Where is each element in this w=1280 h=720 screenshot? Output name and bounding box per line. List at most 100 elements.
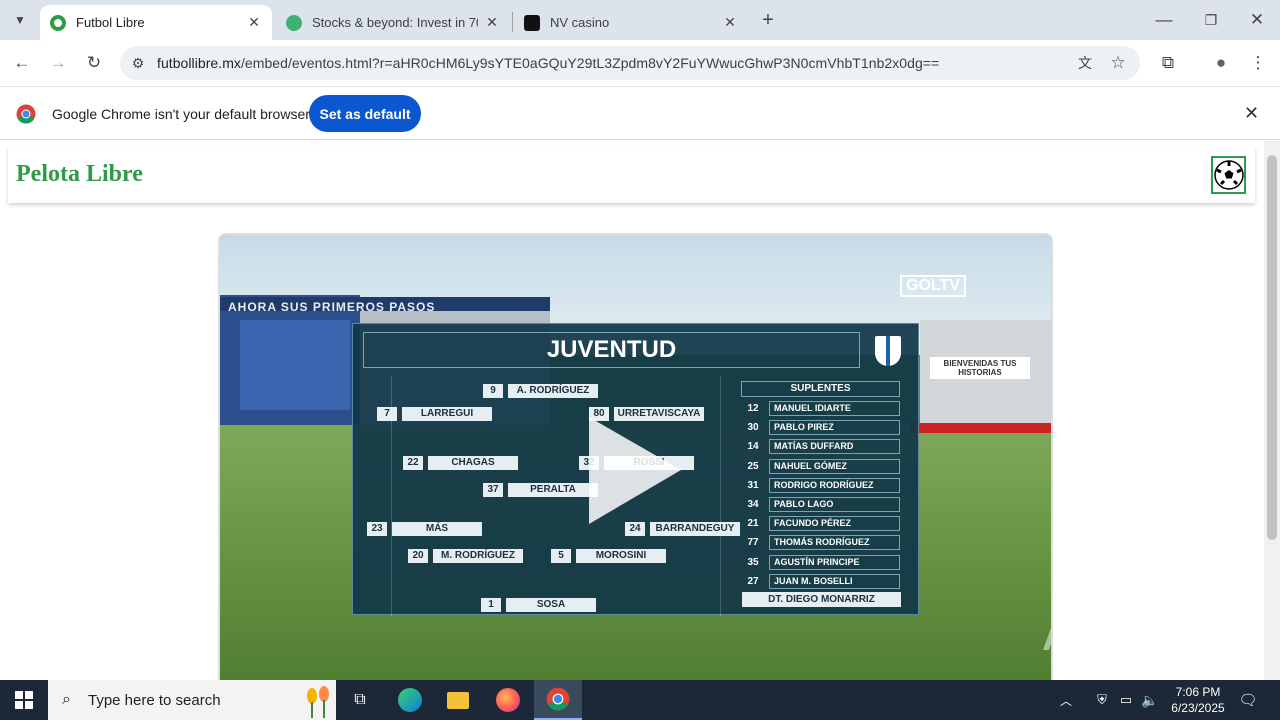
player-name: SOSA — [506, 598, 596, 612]
stadium-board: BIENVENIDAS TUS HISTORIAS — [930, 357, 1030, 379]
tab-search-icon[interactable]: ▼ — [8, 8, 32, 32]
player-number: 37 — [483, 483, 503, 497]
set-as-default-button[interactable]: Set as default — [309, 95, 421, 132]
taskbar-clock[interactable]: 7:06 PM 6/23/2025 — [1160, 684, 1236, 716]
player-number: 30 — [747, 422, 759, 434]
player-name: NAHUEL GÓMEZ — [769, 458, 900, 474]
network-icon[interactable]: ▭ — [1114, 680, 1138, 720]
substitute-player: 21 FACUNDO PÉREZ — [741, 516, 900, 532]
substitute-player: 25 NAHUEL GÓMEZ — [741, 458, 900, 474]
chrome-taskbar-icon[interactable] — [534, 680, 582, 720]
starter-player: 23 MÁS — [367, 522, 482, 536]
player-name: MOROSINI — [576, 549, 666, 563]
substitute-player: 14 MATÍAS DUFFARD — [741, 439, 900, 455]
player-number: 31 — [747, 479, 759, 491]
starter-player: 5 MOROSINI — [551, 549, 666, 563]
profile-icon[interactable]: ● — [1209, 51, 1233, 75]
page-scrollbar[interactable] — [1264, 141, 1280, 680]
soccer-ball-icon — [1213, 160, 1244, 190]
nv-casino-icon — [524, 14, 540, 31]
player-name: A. RODRÍGUEZ — [508, 384, 598, 398]
substitute-player: 77 THOMÁS RODRÍGUEZ — [741, 535, 900, 551]
url-text: futbollibre.mx/embed/eventos.html?r=aHR0… — [157, 55, 940, 71]
video-player[interactable]: AHORA SUS PRIMEROS PASOS BIENVENIDAS TUS… — [218, 233, 1053, 680]
player-number: 14 — [747, 441, 759, 453]
bookmark-star-icon[interactable]: ☆ — [1106, 51, 1130, 75]
site-brand[interactable]: Pelota Libre — [16, 161, 143, 188]
taskbar-search[interactable]: ⌕ Type here to search — [48, 680, 336, 720]
search-placeholder: Type here to search — [88, 691, 221, 709]
menu-toggle-button[interactable] — [1211, 156, 1246, 194]
player-number: 35 — [747, 556, 759, 568]
player-number: 9 — [483, 384, 503, 398]
site-info-icon[interactable]: ⚙ — [126, 51, 150, 75]
firefox-icon[interactable] — [484, 680, 532, 720]
show-hidden-icons-icon[interactable]: ︿ — [1054, 680, 1078, 720]
restore-icon[interactable]: ❐ — [1199, 8, 1223, 32]
scroll-thumb[interactable] — [1267, 155, 1277, 540]
substitute-player: 35 AGUSTÍN PRINCIPE — [741, 554, 900, 570]
windows-start-icon[interactable] — [0, 680, 48, 720]
player-name: MATÍAS DUFFARD — [769, 439, 900, 455]
channel-logo: GOLTV — [900, 275, 966, 297]
stadium-banner: AHORA SUS PRIMEROS PASOS — [228, 300, 436, 314]
player-number: 5 — [551, 549, 571, 563]
starter-player: 1 SOSA — [481, 598, 596, 612]
player-name: LARREGUI — [402, 407, 492, 421]
toolbar: ← → ↻ ⚙ futbollibre.mx/embed/eventos.htm… — [0, 40, 1280, 86]
player-number: 12 — [747, 403, 759, 414]
player-number: 22 — [403, 456, 423, 470]
defender-icon[interactable]: ⛨ — [1090, 680, 1114, 720]
infobar-close-icon[interactable]: ✕ — [1244, 103, 1259, 124]
tab-stocks[interactable]: Stocks & beyond: Invest in 7000 ✕ — [276, 5, 510, 40]
tulips-icon — [307, 686, 329, 718]
play-icon[interactable] — [585, 413, 685, 528]
close-tab-icon[interactable]: ✕ — [484, 14, 500, 31]
player-number: 27 — [747, 575, 759, 587]
stocks-icon — [286, 14, 302, 31]
player-name: MÁS — [392, 522, 482, 536]
tab-futbol-libre[interactable]: Futbol Libre ✕ — [40, 5, 272, 40]
starter-player: 37 PERALTA — [483, 483, 598, 497]
new-tab-icon[interactable]: + — [756, 8, 780, 32]
windows-taskbar: ⌕ Type here to search ⧉ ︿ ⛨ ▭ 🔈 7:06 PM 6… — [0, 680, 1280, 720]
tab-nv-casino[interactable]: NV casino ✕ — [514, 5, 748, 40]
site-header: Pelota Libre — [8, 147, 1255, 203]
player-name: JUAN M. BOSELLI — [769, 573, 900, 589]
edge-icon[interactable] — [386, 680, 434, 720]
reload-icon[interactable]: ↻ — [82, 51, 106, 75]
clock-date: 6/23/2025 — [1171, 701, 1225, 715]
starter-player: 22 CHAGAS — [403, 456, 518, 470]
player-number: 21 — [747, 518, 759, 530]
substitute-player: 12 MANUEL IDIARTE — [741, 401, 900, 416]
default-browser-infobar: Google Chrome isn't your default browser… — [0, 86, 1280, 140]
close-tab-icon[interactable]: ✕ — [722, 14, 738, 31]
soccer-ball-icon — [50, 14, 66, 31]
player-name: AGUSTÍN PRINCIPE — [769, 554, 900, 570]
translate-icon[interactable]: 文 — [1073, 51, 1097, 75]
close-window-icon[interactable]: ✕ — [1245, 8, 1269, 32]
tab-strip: ▼ Futbol Libre ✕ Stocks & beyond: Invest… — [0, 0, 1280, 40]
player-name: RODRIGO RODRÍGUEZ — [769, 477, 900, 493]
back-icon[interactable]: ← — [10, 51, 34, 75]
address-bar[interactable]: ⚙ futbollibre.mx/embed/eventos.html?r=aH… — [120, 46, 1140, 80]
player-number: 7 — [377, 407, 397, 421]
file-explorer-icon[interactable] — [434, 680, 482, 720]
extensions-icon[interactable]: ⧉ — [1156, 51, 1180, 75]
player-name: FACUNDO PÉREZ — [769, 516, 900, 532]
player-name: THOMÁS RODRÍGUEZ — [769, 535, 900, 551]
clock-time: 7:06 PM — [1175, 685, 1221, 699]
minimize-icon[interactable]: — — [1152, 8, 1176, 32]
player-name: PABLO PIREZ — [769, 420, 900, 436]
tab-title: Stocks & beyond: Invest in 7000 — [312, 15, 478, 30]
chrome-logo-icon — [16, 104, 36, 124]
volume-icon[interactable]: 🔈 — [1138, 680, 1162, 720]
menu-icon[interactable]: ⋮ — [1246, 51, 1270, 75]
task-view-icon[interactable]: ⧉ — [336, 680, 384, 720]
forward-icon[interactable]: → — [46, 51, 70, 75]
close-tab-icon[interactable]: ✕ — [246, 14, 262, 31]
team-name: JUVENTUD — [363, 332, 860, 368]
notifications-icon[interactable]: 🗨 — [1236, 680, 1260, 720]
substitute-player: 27 JUAN M. BOSELLI — [741, 573, 900, 589]
starter-player: 7 LARREGUI — [377, 407, 492, 421]
